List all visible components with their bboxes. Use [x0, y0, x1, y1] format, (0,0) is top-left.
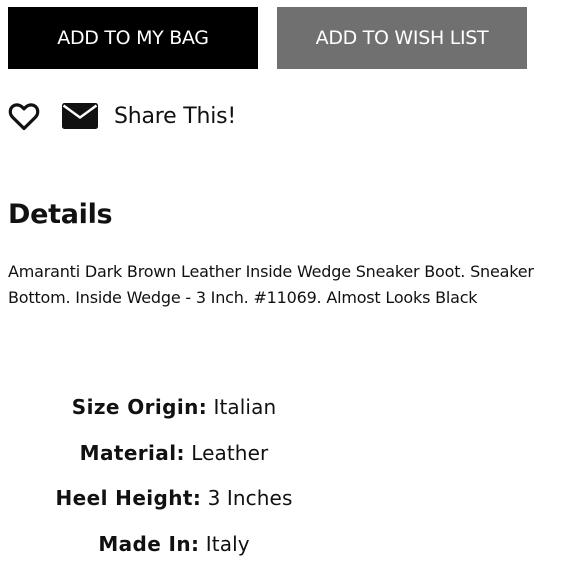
spec-label: Material: — [79, 440, 185, 465]
details-heading: Details — [8, 199, 113, 230]
spec-row-material: Material: Leather — [0, 438, 348, 484]
spec-value: Italian — [213, 395, 277, 419]
heart-icon[interactable] — [8, 100, 40, 132]
add-to-wishlist-label: ADD TO WISH LIST — [315, 27, 489, 49]
spec-label: Made In: — [98, 531, 200, 556]
spec-value: Leather — [191, 440, 269, 465]
spec-value: 3 Inches — [207, 486, 293, 510]
product-description: Amaranti Dark Brown Leather Inside Wedge… — [8, 262, 534, 307]
spec-label: Heel Height: — [55, 486, 202, 510]
envelope-icon[interactable] — [62, 103, 98, 129]
add-to-bag-label: ADD TO MY BAG — [57, 27, 209, 49]
add-to-bag-button[interactable]: ADD TO MY BAG — [8, 7, 258, 69]
share-this-link[interactable]: Share This! — [114, 103, 236, 131]
spec-list: Size Origin: Italian Material: Leather H… — [0, 392, 348, 574]
spec-row-size-origin: Size Origin: Italian — [0, 392, 348, 438]
spec-row-made-in: Made In: Italy — [0, 529, 348, 575]
add-to-wishlist-button[interactable]: ADD TO WISH LIST — [277, 7, 527, 69]
spec-value: Italy — [205, 531, 250, 556]
spec-label: Size Origin: — [71, 395, 208, 419]
spec-row-heel-height: Heel Height: 3 Inches — [0, 483, 348, 529]
